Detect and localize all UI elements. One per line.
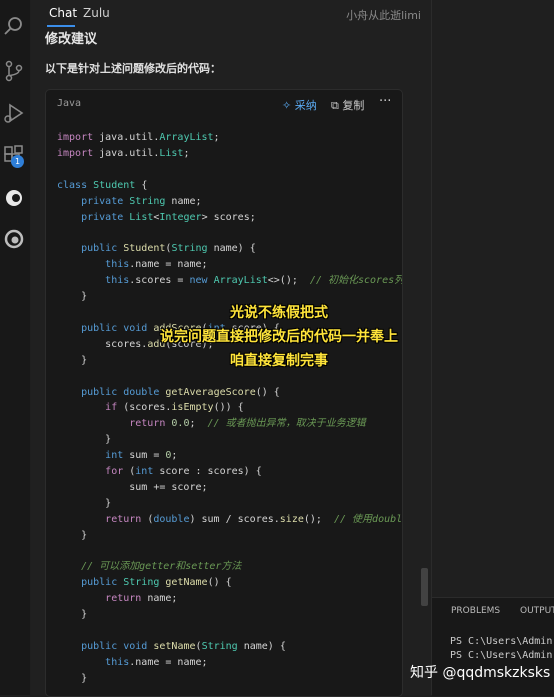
apply-button[interactable]: ✧ 采纳 bbox=[282, 97, 317, 113]
copy-icon: ⧉ bbox=[331, 99, 343, 112]
intro-text: 以下是针对上述问题修改后的代码： bbox=[45, 62, 221, 75]
overlay-caption-2: 说完问题直接把修改后的代码一并奉上 bbox=[160, 329, 398, 345]
extensions-badge: 1 bbox=[11, 155, 24, 168]
chat-scrollbar[interactable] bbox=[421, 568, 428, 606]
user-name: 小舟从此逝limi bbox=[346, 9, 421, 22]
code-block: Java ✧ 采纳 ⧉ 复制 ··· import java.util.Arra… bbox=[45, 89, 403, 697]
source-control-icon[interactable] bbox=[3, 60, 25, 82]
code-content[interactable]: import java.util.ArrayList; import java.… bbox=[57, 130, 402, 687]
assistant-logo-icon[interactable] bbox=[3, 187, 25, 209]
tab-zulu[interactable]: Zulu bbox=[83, 6, 110, 20]
copy-button-label: 复制 bbox=[342, 99, 365, 112]
more-options-button[interactable]: ··· bbox=[379, 94, 391, 109]
watermark: 知乎 @qqdmskzksks bbox=[410, 665, 551, 681]
activity-bar: 1 bbox=[0, 0, 30, 695]
editor-area bbox=[432, 0, 554, 590]
overlay-caption-3: 咱直接复制完事 bbox=[230, 353, 328, 369]
terminal-line: PS C:\Users\Admin bbox=[450, 636, 553, 647]
code-language-label: Java bbox=[57, 98, 82, 109]
run-debug-icon[interactable] bbox=[3, 102, 25, 124]
section-heading: 修改建议 bbox=[45, 32, 98, 47]
sparkle-icon: ✧ bbox=[282, 99, 295, 112]
copy-button[interactable]: ⧉ 复制 bbox=[331, 97, 364, 113]
tab-problems[interactable]: PROBLEMS bbox=[451, 606, 500, 616]
terminal-line: PS C:\Users\Admin bbox=[450, 650, 553, 661]
chat-tabs: Chat Zulu 小舟从此逝limi bbox=[31, 0, 431, 28]
chat-panel: Chat Zulu 小舟从此逝limi 修改建议 以下是针对上述问题修改后的代码… bbox=[31, 0, 432, 697]
edge-browser-icon[interactable] bbox=[3, 228, 25, 250]
apply-button-label: 采纳 bbox=[294, 99, 317, 112]
tab-output[interactable]: OUTPUT bbox=[520, 606, 554, 616]
overlay-caption-1: 光说不练假把式 bbox=[230, 305, 328, 321]
tab-chat[interactable]: Chat bbox=[49, 6, 77, 20]
search-icon[interactable] bbox=[3, 15, 25, 37]
active-tab-indicator bbox=[47, 25, 75, 27]
code-block-header: Java ✧ 采纳 ⧉ 复制 ··· bbox=[46, 90, 402, 118]
